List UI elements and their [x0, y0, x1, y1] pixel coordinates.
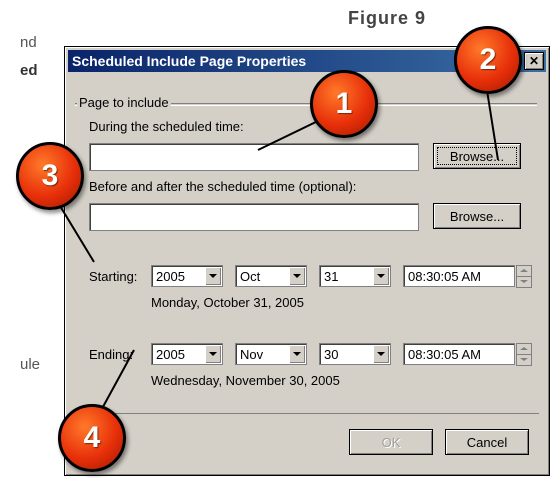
- callout-badge-3: 3: [16, 142, 84, 210]
- close-icon: ✕: [528, 54, 540, 68]
- during-scheduled-time-input[interactable]: [89, 143, 419, 171]
- document-text-fragment: ed: [20, 62, 38, 79]
- browse-button-before-after[interactable]: Browse...: [433, 203, 521, 229]
- starting-day-select[interactable]: 31: [319, 265, 391, 287]
- browse-button-during[interactable]: Browse...: [433, 143, 521, 169]
- starting-month-value: Oct: [240, 269, 261, 284]
- ending-time-spinner[interactable]: 08:30:05 AM: [403, 343, 532, 366]
- callout-badge-4: 4: [58, 404, 126, 472]
- chevron-down-icon[interactable]: [289, 345, 305, 363]
- figure-caption: Figure 9: [348, 8, 427, 28]
- during-label: During the scheduled time:: [89, 119, 244, 134]
- close-button[interactable]: ✕: [524, 52, 544, 70]
- spin-down-icon[interactable]: [516, 276, 532, 288]
- browse-label: Browse...: [449, 149, 505, 164]
- before-after-input[interactable]: [89, 203, 419, 231]
- document-text-fragment: ule: [20, 356, 41, 373]
- ending-day-value: 30: [324, 347, 339, 362]
- dialog-title: Scheduled Include Page Properties: [72, 53, 307, 69]
- group-label: Page to include: [77, 95, 171, 110]
- chevron-down-icon[interactable]: [205, 267, 221, 285]
- ok-label: OK: [381, 435, 401, 450]
- chevron-down-icon[interactable]: [289, 267, 305, 285]
- ending-label: Ending:: [89, 347, 134, 362]
- browse-label: Browse...: [449, 209, 505, 224]
- separator: [75, 413, 539, 414]
- ending-month-select[interactable]: Nov: [235, 343, 307, 365]
- scheduled-include-dialog: Scheduled Include Page Properties ✕ Page…: [64, 46, 550, 476]
- chevron-down-icon[interactable]: [205, 345, 221, 363]
- ending-month-value: Nov: [240, 347, 264, 362]
- ok-button[interactable]: OK: [349, 429, 433, 455]
- starting-time-value: 08:30:05 AM: [408, 269, 481, 284]
- chevron-down-icon[interactable]: [373, 267, 389, 285]
- ending-year-select[interactable]: 2005: [151, 343, 223, 365]
- chevron-down-icon[interactable]: [373, 345, 389, 363]
- ending-day-select[interactable]: 30: [319, 343, 391, 365]
- callout-badge-2: 2: [454, 26, 522, 94]
- starting-day-value: 31: [324, 269, 339, 284]
- starting-year-select[interactable]: 2005: [151, 265, 223, 287]
- ending-time-value: 08:30:05 AM: [408, 347, 481, 362]
- starting-label: Starting:: [89, 269, 138, 284]
- starting-long-date: Monday, October 31, 2005: [151, 295, 304, 310]
- ending-year-value: 2005: [156, 347, 185, 362]
- starting-time-spinner[interactable]: 08:30:05 AM: [403, 265, 532, 288]
- callout-badge-1: 1: [310, 70, 378, 138]
- before-after-label: Before and after the scheduled time (opt…: [89, 179, 357, 194]
- starting-month-select[interactable]: Oct: [235, 265, 307, 287]
- document-text-fragment: nd: [20, 34, 37, 51]
- cancel-button[interactable]: Cancel: [445, 429, 529, 455]
- cancel-label: Cancel: [466, 435, 508, 450]
- spin-down-icon[interactable]: [516, 354, 532, 366]
- ending-long-date: Wednesday, November 30, 2005: [151, 373, 340, 388]
- starting-year-value: 2005: [156, 269, 185, 284]
